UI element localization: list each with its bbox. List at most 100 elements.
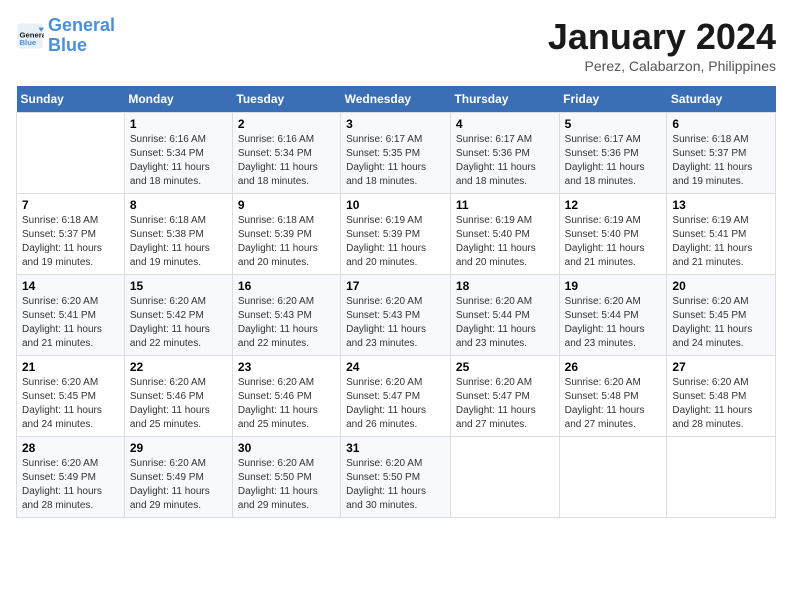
day-number: 6 bbox=[672, 117, 770, 131]
day-number: 23 bbox=[238, 360, 335, 374]
day-info: Sunrise: 6:19 AM Sunset: 5:40 PM Dayligh… bbox=[565, 214, 662, 270]
svg-text:Blue: Blue bbox=[20, 38, 37, 47]
day-cell: 25 Sunrise: 6:20 AM Sunset: 5:47 PM Dayli… bbox=[450, 356, 559, 437]
day-number: 14 bbox=[22, 279, 119, 293]
day-info: Sunrise: 6:18 AM Sunset: 5:39 PM Dayligh… bbox=[238, 214, 335, 270]
day-number: 22 bbox=[130, 360, 227, 374]
week-row-1: 1 Sunrise: 6:16 AM Sunset: 5:34 PM Daylig… bbox=[17, 113, 776, 194]
day-number: 28 bbox=[22, 441, 119, 455]
day-info: Sunrise: 6:20 AM Sunset: 5:42 PM Dayligh… bbox=[130, 295, 227, 351]
day-cell: 13 Sunrise: 6:19 AM Sunset: 5:41 PM Dayli… bbox=[667, 194, 776, 275]
weekday-thursday: Thursday bbox=[450, 86, 559, 113]
day-info: Sunrise: 6:18 AM Sunset: 5:37 PM Dayligh… bbox=[672, 133, 770, 189]
day-cell: 31Sunrise: 6:20 AM Sunset: 5:50 PM Dayli… bbox=[341, 437, 451, 518]
day-info: Sunrise: 6:20 AM Sunset: 5:45 PM Dayligh… bbox=[22, 376, 119, 432]
day-info: Sunrise: 6:19 AM Sunset: 5:41 PM Dayligh… bbox=[672, 214, 770, 270]
day-cell: 4 Sunrise: 6:17 AM Sunset: 5:36 PM Daylig… bbox=[450, 113, 559, 194]
logo-icon: General Blue bbox=[16, 22, 44, 50]
day-info: Sunrise: 6:20 AM Sunset: 5:48 PM Dayligh… bbox=[672, 376, 770, 432]
day-cell bbox=[17, 113, 125, 194]
day-info: Sunrise: 6:16 AM Sunset: 5:34 PM Dayligh… bbox=[130, 133, 227, 189]
day-number: 8 bbox=[130, 198, 227, 212]
day-number: 29 bbox=[130, 441, 227, 455]
day-cell: 27Sunrise: 6:20 AM Sunset: 5:48 PM Dayli… bbox=[667, 356, 776, 437]
day-number: 19 bbox=[565, 279, 662, 293]
day-cell: 11 Sunrise: 6:19 AM Sunset: 5:40 PM Dayli… bbox=[450, 194, 559, 275]
day-info: Sunrise: 6:20 AM Sunset: 5:45 PM Dayligh… bbox=[672, 295, 770, 351]
calendar-table: SundayMondayTuesdayWednesdayThursdayFrid… bbox=[16, 86, 776, 518]
weekday-header-row: SundayMondayTuesdayWednesdayThursdayFrid… bbox=[17, 86, 776, 113]
day-info: Sunrise: 6:17 AM Sunset: 5:36 PM Dayligh… bbox=[565, 133, 662, 189]
day-cell: 24Sunrise: 6:20 AM Sunset: 5:47 PM Dayli… bbox=[341, 356, 451, 437]
day-info: Sunrise: 6:17 AM Sunset: 5:35 PM Dayligh… bbox=[346, 133, 445, 189]
day-cell: 7Sunrise: 6:18 AM Sunset: 5:37 PM Daylig… bbox=[17, 194, 125, 275]
day-cell: 10 Sunrise: 6:19 AM Sunset: 5:39 PM Dayli… bbox=[341, 194, 451, 275]
day-cell: 9 Sunrise: 6:18 AM Sunset: 5:39 PM Daylig… bbox=[232, 194, 340, 275]
day-cell: 18 Sunrise: 6:20 AM Sunset: 5:44 PM Dayli… bbox=[450, 275, 559, 356]
day-info: Sunrise: 6:17 AM Sunset: 5:36 PM Dayligh… bbox=[456, 133, 554, 189]
day-number: 1 bbox=[130, 117, 227, 131]
day-info: Sunrise: 6:20 AM Sunset: 5:47 PM Dayligh… bbox=[456, 376, 554, 432]
day-info: Sunrise: 6:20 AM Sunset: 5:44 PM Dayligh… bbox=[565, 295, 662, 351]
day-number: 2 bbox=[238, 117, 335, 131]
logo: General Blue General Blue bbox=[16, 16, 115, 56]
day-number: 13 bbox=[672, 198, 770, 212]
day-info: Sunrise: 6:20 AM Sunset: 5:49 PM Dayligh… bbox=[22, 457, 119, 513]
day-number: 25 bbox=[456, 360, 554, 374]
title-block: January 2024 Perez, Calabarzon, Philippi… bbox=[548, 16, 776, 74]
day-info: Sunrise: 6:20 AM Sunset: 5:44 PM Dayligh… bbox=[456, 295, 554, 351]
day-number: 17 bbox=[346, 279, 445, 293]
weekday-friday: Friday bbox=[559, 86, 667, 113]
day-number: 7 bbox=[22, 198, 119, 212]
day-number: 30 bbox=[238, 441, 335, 455]
day-number: 3 bbox=[346, 117, 445, 131]
day-cell bbox=[667, 437, 776, 518]
day-info: Sunrise: 6:20 AM Sunset: 5:47 PM Dayligh… bbox=[346, 376, 445, 432]
day-number: 16 bbox=[238, 279, 335, 293]
week-row-4: 21Sunrise: 6:20 AM Sunset: 5:45 PM Dayli… bbox=[17, 356, 776, 437]
week-row-2: 7Sunrise: 6:18 AM Sunset: 5:37 PM Daylig… bbox=[17, 194, 776, 275]
day-cell: 23 Sunrise: 6:20 AM Sunset: 5:46 PM Dayli… bbox=[232, 356, 340, 437]
day-cell: 17 Sunrise: 6:20 AM Sunset: 5:43 PM Dayli… bbox=[341, 275, 451, 356]
day-number: 4 bbox=[456, 117, 554, 131]
day-number: 20 bbox=[672, 279, 770, 293]
week-row-3: 14 Sunrise: 6:20 AM Sunset: 5:41 PM Dayli… bbox=[17, 275, 776, 356]
day-info: Sunrise: 6:20 AM Sunset: 5:46 PM Dayligh… bbox=[238, 376, 335, 432]
day-info: Sunrise: 6:18 AM Sunset: 5:38 PM Dayligh… bbox=[130, 214, 227, 270]
day-info: Sunrise: 6:20 AM Sunset: 5:41 PM Dayligh… bbox=[22, 295, 119, 351]
day-cell: 21Sunrise: 6:20 AM Sunset: 5:45 PM Dayli… bbox=[17, 356, 125, 437]
day-cell: 3 Sunrise: 6:17 AM Sunset: 5:35 PM Daylig… bbox=[341, 113, 451, 194]
day-cell: 22Sunrise: 6:20 AM Sunset: 5:46 PM Dayli… bbox=[124, 356, 232, 437]
day-cell: 8 Sunrise: 6:18 AM Sunset: 5:38 PM Daylig… bbox=[124, 194, 232, 275]
weekday-tuesday: Tuesday bbox=[232, 86, 340, 113]
day-cell: 19 Sunrise: 6:20 AM Sunset: 5:44 PM Dayli… bbox=[559, 275, 667, 356]
day-info: Sunrise: 6:20 AM Sunset: 5:43 PM Dayligh… bbox=[346, 295, 445, 351]
day-number: 26 bbox=[565, 360, 662, 374]
month-title: January 2024 bbox=[548, 16, 776, 58]
weekday-saturday: Saturday bbox=[667, 86, 776, 113]
location: Perez, Calabarzon, Philippines bbox=[548, 58, 776, 74]
day-cell: 12Sunrise: 6:19 AM Sunset: 5:40 PM Dayli… bbox=[559, 194, 667, 275]
day-cell: 20 Sunrise: 6:20 AM Sunset: 5:45 PM Dayli… bbox=[667, 275, 776, 356]
day-cell: 5 Sunrise: 6:17 AM Sunset: 5:36 PM Daylig… bbox=[559, 113, 667, 194]
day-cell: 1 Sunrise: 6:16 AM Sunset: 5:34 PM Daylig… bbox=[124, 113, 232, 194]
day-number: 5 bbox=[565, 117, 662, 131]
page-header: General Blue General Blue January 2024 P… bbox=[16, 16, 776, 74]
day-cell: 28 Sunrise: 6:20 AM Sunset: 5:49 PM Dayli… bbox=[17, 437, 125, 518]
day-number: 18 bbox=[456, 279, 554, 293]
day-number: 15 bbox=[130, 279, 227, 293]
day-info: Sunrise: 6:20 AM Sunset: 5:49 PM Dayligh… bbox=[130, 457, 227, 513]
day-info: Sunrise: 6:19 AM Sunset: 5:39 PM Dayligh… bbox=[346, 214, 445, 270]
day-number: 10 bbox=[346, 198, 445, 212]
day-cell: 2Sunrise: 6:16 AM Sunset: 5:34 PM Daylig… bbox=[232, 113, 340, 194]
day-number: 11 bbox=[456, 198, 554, 212]
week-row-5: 28 Sunrise: 6:20 AM Sunset: 5:49 PM Dayli… bbox=[17, 437, 776, 518]
day-cell: 6 Sunrise: 6:18 AM Sunset: 5:37 PM Daylig… bbox=[667, 113, 776, 194]
day-info: Sunrise: 6:19 AM Sunset: 5:40 PM Dayligh… bbox=[456, 214, 554, 270]
day-cell: 16 Sunrise: 6:20 AM Sunset: 5:43 PM Dayli… bbox=[232, 275, 340, 356]
day-info: Sunrise: 6:20 AM Sunset: 5:43 PM Dayligh… bbox=[238, 295, 335, 351]
day-cell: 26Sunrise: 6:20 AM Sunset: 5:48 PM Dayli… bbox=[559, 356, 667, 437]
day-cell bbox=[450, 437, 559, 518]
logo-text: General Blue bbox=[48, 16, 115, 56]
day-number: 9 bbox=[238, 198, 335, 212]
